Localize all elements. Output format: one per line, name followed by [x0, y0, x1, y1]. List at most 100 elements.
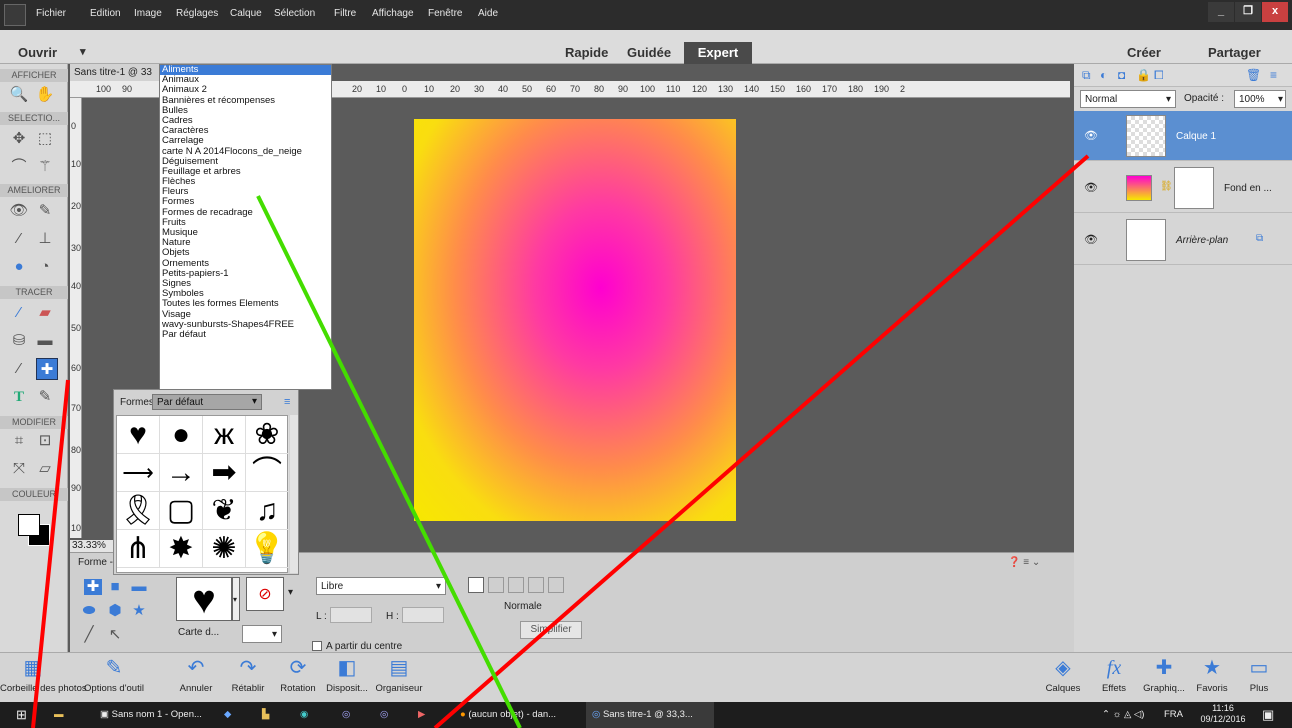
chevron-down-icon[interactable]: ▾ — [80, 45, 86, 58]
chevron-down-icon[interactable]: ▾ — [232, 577, 240, 621]
menu-calque[interactable]: Calque — [230, 8, 262, 19]
tray-icons[interactable]: ⌃ ☼ ◬ ◁) — [1102, 702, 1144, 728]
rotate-button[interactable]: ⟳ Rotation — [276, 653, 320, 694]
organizer-button[interactable]: ▤ Organiseur — [374, 653, 424, 694]
layout-button[interactable]: ◧ Disposit... — [322, 653, 372, 694]
favorites-button[interactable]: ★ Favoris — [1192, 653, 1232, 694]
recompose-icon[interactable]: ⊡ — [34, 430, 56, 452]
no-style-swatch[interactable]: ⊘ — [246, 577, 284, 611]
shape-select-icon[interactable]: ↖ — [106, 627, 124, 643]
brush-icon[interactable]: ⁄ — [8, 228, 30, 250]
custom-shape-icon[interactable]: ✚ — [36, 358, 58, 380]
geometry-select[interactable]: Libre ▾ — [316, 577, 446, 595]
menu-filtre[interactable]: Filtre — [334, 8, 356, 19]
height-field[interactable] — [402, 607, 444, 623]
lasso-icon[interactable]: ⌒ — [8, 156, 30, 178]
effects-button[interactable]: fx Effets — [1094, 653, 1134, 694]
line-icon[interactable]: ╱ — [80, 627, 98, 643]
gradient-icon[interactable]: ▬ — [34, 330, 56, 352]
layer-row-calque-1[interactable]: 👁 Calque 1 — [1074, 111, 1292, 161]
pen-icon[interactable]: ✎ — [34, 386, 56, 408]
app-icon[interactable]: ◆ — [224, 702, 231, 728]
star-burst-shape-icon[interactable]: ✸ — [160, 530, 203, 568]
speech-bubble-shape-icon[interactable]: ● — [160, 416, 203, 454]
menu-reglages[interactable]: Réglages — [176, 8, 218, 19]
new-layer-mode-icon[interactable] — [468, 577, 484, 593]
eye-icon[interactable]: 👁 — [8, 200, 30, 222]
app-icon[interactable]: ▶ — [418, 702, 425, 728]
exclude-mode-icon[interactable] — [548, 577, 564, 593]
custom-shape-tool-icon[interactable]: ✚ — [84, 579, 102, 595]
layer-row-arriere-plan[interactable]: 👁 Arrière-plan ⧉ — [1074, 215, 1292, 265]
language-indicator[interactable]: FRA — [1164, 702, 1183, 728]
cherries-shape-icon[interactable]: ❦ — [203, 492, 246, 530]
crop-icon[interactable]: ⌗ — [8, 430, 30, 452]
chevron-down-icon[interactable]: ▾ — [288, 587, 293, 598]
ellipse-icon[interactable]: ⬬ — [80, 603, 98, 619]
photo-bin-button[interactable]: ▦ Corbeille des photos — [0, 653, 87, 694]
minimize-button[interactable]: _ — [1208, 2, 1234, 22]
taskbar-item-openoffice[interactable]: ▣ Sans nom 1 - Open... — [96, 702, 202, 728]
app-icon[interactable]: ◎ — [342, 702, 350, 728]
taskbar-item-photoshop[interactable]: ◎ Sans titre-1 @ 33,3... — [586, 702, 714, 728]
eyedropper-icon[interactable]: ⁄ — [8, 358, 30, 380]
menu-image[interactable]: Image — [134, 8, 162, 19]
shape-grid-scrollbar[interactable] — [290, 415, 298, 573]
link-icon[interactable]: ⧠ — [1154, 68, 1164, 83]
music-note-shape-icon[interactable]: ♫ — [246, 492, 289, 530]
style-select[interactable]: ▾ — [242, 625, 282, 643]
fill-layer-icon[interactable]: ◐ — [1100, 68, 1107, 82]
width-field[interactable] — [330, 607, 372, 623]
taskbar-item-firefox[interactable]: ● (aucun objet) - dan... — [456, 702, 556, 728]
maximize-button[interactable]: ❐ — [1235, 2, 1261, 22]
subtract-mode-icon[interactable] — [508, 577, 524, 593]
marquee-icon[interactable]: ⬚ — [34, 128, 56, 150]
foreground-color[interactable] — [18, 514, 40, 536]
tab-rapide[interactable]: Rapide — [565, 45, 608, 60]
menu-affichage[interactable]: Affichage — [372, 8, 414, 19]
panel-menu-icon[interactable]: ≡ — [284, 396, 290, 408]
menu-selection[interactable]: Sélection — [274, 8, 315, 19]
app-logo-icon[interactable] — [4, 4, 26, 26]
chrome-icon[interactable]: ◉ — [300, 702, 308, 728]
app-icon[interactable]: ▙ — [262, 702, 269, 728]
open-button[interactable]: Ouvrir — [18, 45, 57, 60]
list-item[interactable]: Carrelage — [160, 136, 331, 146]
intersect-mode-icon[interactable] — [528, 577, 544, 593]
blend-mode-select[interactable]: Normal ▾ — [1080, 90, 1176, 108]
pencil-icon[interactable]: ⁄ — [8, 302, 30, 324]
frame-shape-icon[interactable]: ▢ — [160, 492, 203, 530]
tool-options-button[interactable]: ✎ Options d'outil — [72, 653, 156, 694]
eraser-icon[interactable]: ▰ — [34, 302, 56, 324]
polygon-icon[interactable]: ⬢ — [106, 603, 124, 619]
current-shape-preview[interactable]: ♥ — [176, 577, 232, 622]
shape-set-select[interactable]: Par défaut ▾ — [152, 394, 262, 410]
content-move-icon[interactable]: ⤧ — [8, 458, 30, 480]
image-canvas[interactable] — [414, 119, 736, 521]
type-icon[interactable]: T — [8, 386, 30, 408]
list-item[interactable]: Par défaut — [160, 329, 331, 340]
help-icon[interactable]: ❓ ≡ ⌄ — [1008, 557, 1040, 568]
bandage-icon[interactable]: ✎ — [34, 200, 56, 222]
bold-arrow-shape-icon[interactable]: ➡ — [203, 454, 246, 492]
star-icon[interactable]: ★ — [130, 603, 148, 619]
menu-aide[interactable]: Aide — [478, 8, 498, 19]
hand-icon[interactable]: ✋ — [34, 84, 56, 106]
layers-button[interactable]: ◈ Calques — [1040, 653, 1086, 694]
zoom-icon[interactable]: 🔍 — [8, 84, 30, 106]
visibility-eye-icon[interactable]: 👁 — [1084, 233, 1098, 246]
add-mode-icon[interactable] — [488, 577, 504, 593]
clock[interactable]: 11:16 09/12/2016 — [1198, 703, 1248, 725]
share-button[interactable]: Partager — [1208, 45, 1261, 60]
butterfly-shape-icon[interactable]: ж — [203, 416, 246, 454]
file-explorer-icon[interactable]: ▬ — [54, 702, 64, 728]
sponge-icon[interactable]: ◔ — [34, 256, 56, 278]
list-item[interactable]: Toutes les formes Elements — [160, 299, 331, 309]
tab-expert[interactable]: Expert — [684, 42, 752, 64]
visibility-eye-icon[interactable]: 👁 — [1084, 129, 1098, 142]
layer-row-fond[interactable]: 👁 ⛓ Fond en ... — [1074, 163, 1292, 213]
menu-edition[interactable]: Edition — [90, 8, 121, 19]
trash-icon[interactable]: 🗑 — [1246, 68, 1261, 82]
stamp-icon[interactable]: ⊥ — [34, 228, 56, 250]
create-button[interactable]: Créer — [1127, 45, 1161, 60]
